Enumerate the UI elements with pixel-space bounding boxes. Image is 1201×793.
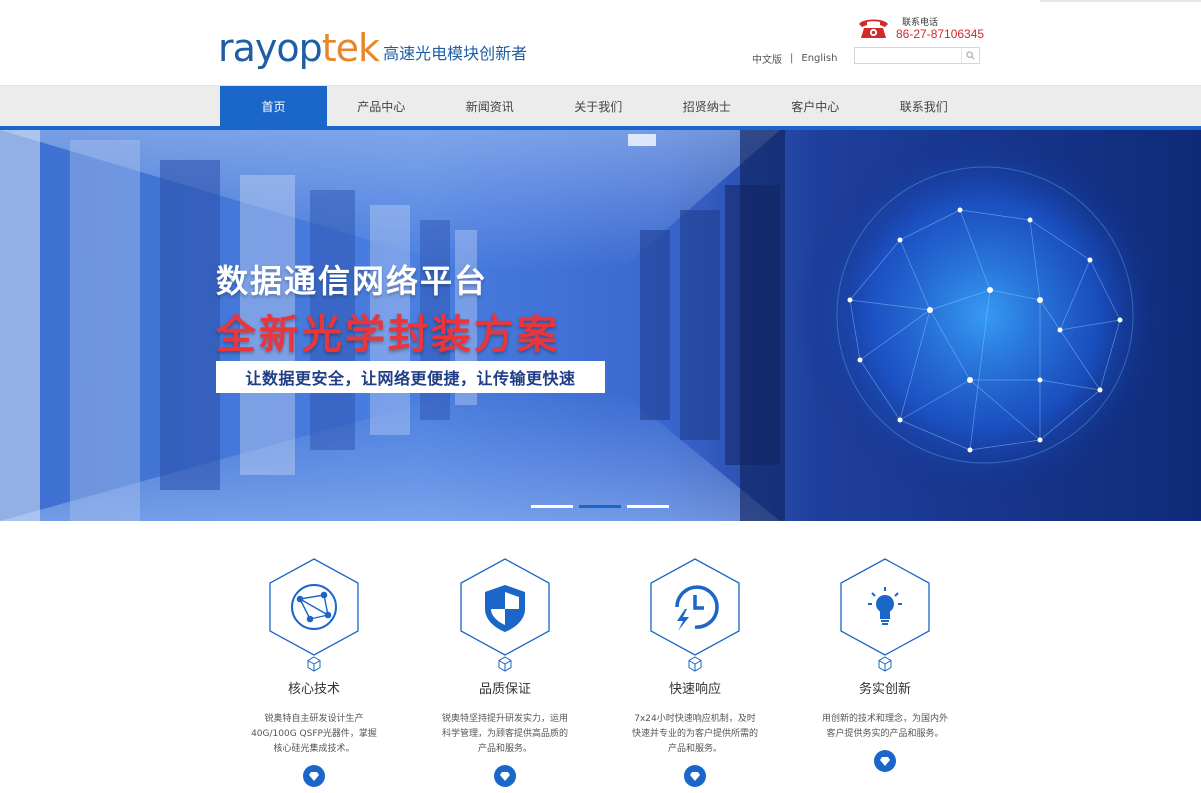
feature-title: 快速响应 [668,682,721,697]
slider-dot[interactable] [531,505,573,508]
diamond-icon [309,771,319,781]
feature-title: 品质保证 [478,682,531,697]
nav-menu: 首页 产品中心 新闻资讯 关于我们 招贤纳士 客户中心 联系我们 [220,86,978,127]
diamond-icon [500,771,510,781]
network-globe-icon [291,584,337,630]
banner-title: 数据通信网络平台 [216,262,489,300]
hero-banner[interactable]: 数据通信网络平台 全新光学封装方案 让数据更安全，让网络更便捷，让传输更快速 [0,130,1201,521]
feature-description: 7x24小时快速响应机制，及时快速并专业的为客户提供所需的产品和服务。 [631,714,758,754]
slider-dot[interactable] [627,505,669,508]
lightbulb-icon [868,587,902,625]
feature-title: 务实创新 [858,682,911,697]
cube-connector-icon [307,656,321,672]
search-icon [966,51,975,60]
shield-icon [485,585,525,632]
feature-quality: 品质保证 锐奥特坚持提升研发实力，运用科学管理，为顾客提供高品质的产品和服务。 [410,557,600,787]
cube-connector-icon [878,656,892,672]
cube-connector-icon [688,656,702,672]
feature-title: 核心技术 [287,682,340,697]
logo-slogan: 高速光电模块创新者 [383,44,528,63]
slider-dot-active[interactable] [579,505,621,508]
hexagon-frame [266,557,362,657]
diamond-icon [690,771,700,781]
nav-item-customer[interactable]: 客户中心 [761,86,870,127]
search-input[interactable] [855,52,959,68]
contact-phone-number: 86-27-87106345 [896,27,985,41]
feature-more-button[interactable] [874,750,896,772]
feature-fast-response: 快速响应 7x24小时快速响应机制，及时快速并专业的为客户提供所需的产品和服务。 [600,557,790,787]
banner-background-image [0,130,1175,521]
slider-pagination [531,505,669,508]
nav-item-contact[interactable]: 联系我们 [870,86,979,127]
nav-item-news[interactable]: 新闻资讯 [436,86,545,127]
feature-core-tech: 核心技术 锐奥特自主研发设计生产40G/100G QSFP光器件，掌握核心硅光集… [219,557,409,787]
site-logo[interactable]: rayop tek 高速光电模块创新者 [218,26,527,70]
fast-clock-icon [675,585,719,631]
cube-connector-icon [498,656,512,672]
feature-description: 锐奥特坚持提升研发实力，运用科学管理，为顾客提供高品质的产品和服务。 [441,714,568,754]
nav-item-careers[interactable]: 招贤纳士 [653,86,762,127]
hexagon-frame [457,557,553,657]
feature-more-button[interactable] [494,765,516,787]
diamond-icon [880,756,890,766]
feature-innovation: 务实创新 用创新的技术和理念，为国内外客户提供务实的产品和服务。 [790,557,980,772]
banner-tagline: 让数据更安全，让网络更便捷，让传输更快速 [216,361,605,393]
lang-chinese-link[interactable]: 中文版 [752,51,782,66]
lang-separator: | [790,53,794,64]
logo-text-primary: rayop [218,26,323,70]
main-nav: 首页 产品中心 新闻资讯 关于我们 招贤纳士 客户中心 联系我们 [0,85,1201,127]
topbar-accent [1040,0,1201,2]
language-switcher: 中文版 | English [752,51,837,66]
nav-item-about[interactable]: 关于我们 [544,86,653,127]
banner-subtitle: 全新光学封装方案 [216,312,560,358]
hexagon-frame [837,557,933,657]
hexagon-frame [647,557,743,657]
feature-description: 用创新的技术和理念，为国内外客户提供务实的产品和服务。 [821,714,948,739]
lang-english-link[interactable]: English [801,53,837,64]
nav-item-products[interactable]: 产品中心 [327,86,436,127]
telephone-icon [859,19,888,38]
search-button[interactable] [961,48,979,63]
feature-more-button[interactable] [684,765,706,787]
logo-text-accent: tek [321,26,380,70]
feature-more-button[interactable] [303,765,325,787]
search-box [854,47,980,68]
site-header: rayop tek 高速光电模块创新者 联系电话 86-27-87106345 中… [0,0,1201,85]
feature-description: 锐奥特自主研发设计生产40G/100G QSFP光器件，掌握核心硅光集成技术。 [251,714,377,754]
nav-item-home[interactable]: 首页 [220,86,327,127]
